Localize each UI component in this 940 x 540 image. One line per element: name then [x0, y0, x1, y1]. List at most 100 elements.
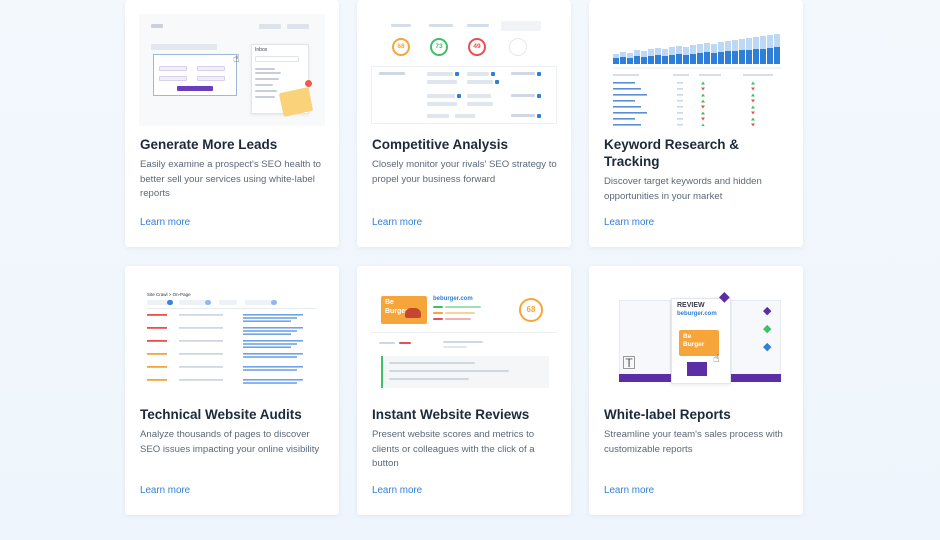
keyword-bar-inner [613, 58, 619, 64]
keyword-row [613, 100, 635, 102]
keyword-bar-inner [718, 52, 724, 64]
score-ring: 68 [392, 38, 410, 56]
trend-arrow [751, 81, 755, 85]
card-description: Closely monitor your rivals' SEO strateg… [372, 159, 557, 185]
audit-row-link [243, 343, 297, 345]
keyword-bar-inner [767, 48, 773, 64]
score-ring: 49 [468, 38, 486, 56]
audit-row-status [147, 314, 167, 316]
audit-row-text [179, 340, 223, 342]
learn-more-link[interactable]: Learn more [140, 485, 190, 496]
trend-arrow [701, 105, 705, 109]
leads-illustration: Inbox ☝ [139, 14, 325, 126]
keyword-bar-inner [669, 55, 675, 64]
card-title: Instant Website Reviews [372, 407, 530, 422]
keyword-bar-inner [683, 55, 689, 64]
card-title: Competitive Analysis [372, 137, 509, 152]
keyword-bar-inner [711, 53, 717, 64]
keyword-bar-inner [662, 56, 668, 64]
keyword-row-value [677, 82, 683, 84]
trend-arrow [751, 111, 755, 115]
diamond-icon: ◆ [719, 288, 730, 304]
audit-row-text [179, 379, 223, 381]
keyword-row-value [677, 100, 683, 102]
audit-row-status [147, 353, 167, 355]
trend-arrow [751, 87, 755, 91]
card-description: Discover target keywords and hidden oppo… [604, 176, 762, 202]
keyword-bar-inner [627, 58, 633, 64]
keyword-row [613, 112, 647, 114]
keyword-bar-inner [704, 52, 710, 64]
card-description: Streamline your team's sales process wit… [604, 429, 783, 455]
keyword-bar-inner [690, 54, 696, 64]
audit-row-link [243, 330, 297, 332]
keyword-bar-inner [760, 49, 766, 64]
feature-card-competitive-analysis: 68 73 49 Competitive Analysis Closely mo… [357, 0, 571, 247]
card-description: Present website scores and metrics to cl… [372, 429, 535, 469]
audit-row-text [179, 327, 223, 329]
keyword-row [613, 88, 641, 90]
audit-row-status [147, 379, 167, 381]
audit-row-link [243, 366, 303, 368]
keyword-bar-inner [746, 50, 752, 64]
audit-row-status [147, 366, 167, 368]
audit-row-link [243, 333, 291, 335]
audit-row-link [243, 320, 291, 322]
keyword-row-value [677, 124, 683, 126]
diamond-icon: ◆ [763, 323, 772, 335]
learn-more-link[interactable]: Learn more [604, 485, 654, 496]
card-description: Easily examine a prospect's SEO health t… [140, 159, 322, 199]
audit-row-link [243, 346, 291, 348]
learn-more-link[interactable]: Learn more [372, 485, 422, 496]
keyword-bar-inner [753, 49, 759, 64]
keyword-row-value [677, 94, 683, 96]
audit-row-link [243, 369, 297, 371]
audit-row-link [243, 327, 303, 329]
audit-row-text [179, 366, 223, 368]
audits-illustration: Site Crawl > On-Page [139, 286, 325, 398]
trend-arrow [701, 123, 705, 126]
competitive-illustration: 68 73 49 [371, 14, 557, 126]
trend-arrow [751, 99, 755, 103]
audit-row-link [243, 356, 297, 358]
audit-row-link [243, 353, 303, 355]
keyword-bar-inner [774, 47, 780, 64]
keyword-row [613, 124, 641, 126]
keyword-row-value [677, 112, 683, 114]
feature-card-website-reviews: Be Burger beburger.com 68 Instant Websit… [357, 266, 571, 515]
trend-arrow [751, 93, 755, 97]
diamond-icon: ◆ [763, 305, 772, 317]
audit-row-status [147, 327, 167, 329]
text-tool-icon: T [623, 356, 635, 369]
trend-arrow [701, 117, 705, 121]
trend-arrow [751, 105, 755, 109]
report-logo-line2: Burger [683, 341, 705, 348]
keyword-bar-inner [697, 53, 703, 64]
keyword-row [613, 106, 641, 108]
inbox-label: Inbox [255, 47, 268, 53]
audit-row-link [243, 379, 303, 381]
card-title: Technical Website Audits [140, 407, 302, 422]
audit-row-text [179, 353, 223, 355]
keyword-bar-inner [732, 51, 738, 64]
trend-arrow [701, 99, 705, 103]
keyword-chart-graphic [613, 34, 781, 126]
keyword-row-value [677, 88, 683, 90]
learn-more-link[interactable]: Learn more [604, 217, 654, 228]
trend-arrow [701, 93, 705, 97]
trend-arrow [701, 87, 705, 91]
keyword-row [613, 82, 635, 84]
keyword-bar-inner [620, 57, 626, 64]
audit-row-status [147, 340, 167, 342]
audit-row-link [243, 314, 303, 316]
keyword-row [613, 118, 635, 120]
reports-illustration: REVIEW beburger.com Be Burger T ◆ ◆ ◆ ◆ … [603, 286, 789, 398]
learn-more-link[interactable]: Learn more [140, 217, 190, 228]
keyword-row-value [677, 106, 683, 108]
review-domain: beburger.com [433, 296, 473, 302]
keyword-row [613, 94, 647, 96]
cursor-hand-icon: ☝ [713, 353, 720, 365]
card-title: White-label Reports [604, 407, 731, 422]
learn-more-link[interactable]: Learn more [372, 217, 422, 228]
audit-rows-graphic [147, 314, 303, 384]
